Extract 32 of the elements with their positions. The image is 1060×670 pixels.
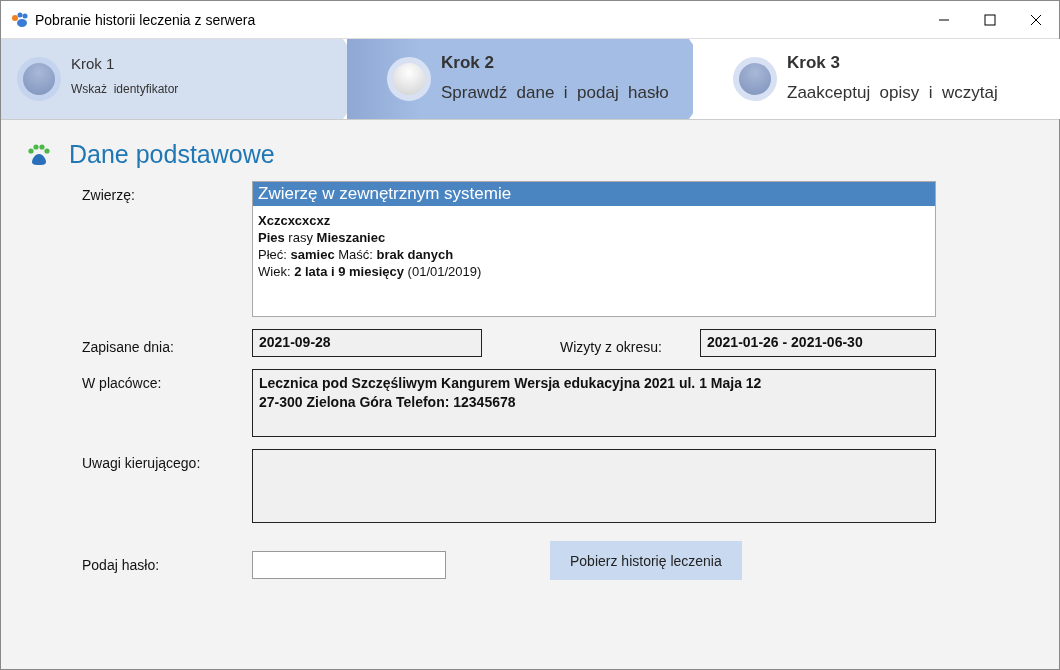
- step-description: Wskaż identyfikator: [71, 82, 179, 96]
- app-logo-icon: [11, 11, 29, 28]
- date-field: 2021-09-28: [252, 329, 482, 357]
- step-circle-icon: [733, 57, 777, 101]
- field-label: Wizyty z okresu:: [559, 338, 663, 355]
- animal-detail: Wiek: 2 lata i 9 miesięcy (01/01/2019): [258, 263, 483, 280]
- step-circle-icon: [387, 57, 431, 101]
- panel-header: Zwierzę w zewnętrznym systemie: [253, 182, 935, 206]
- field-label: Zapisane dnia:: [82, 338, 175, 355]
- step-title: Krok 1: [71, 55, 116, 72]
- step-circle-icon: [17, 57, 61, 101]
- date-range-field: 2021-01-26 - 2021-06-30: [700, 329, 936, 357]
- field-label: Uwagi kierującego:: [82, 454, 202, 471]
- download-history-button[interactable]: Pobierz historię leczenia: [550, 541, 742, 580]
- clinic-address-line: 27-300 Zielona Góra Telefon: 12345678: [259, 393, 517, 412]
- field-label: Zwierzę:: [82, 186, 136, 203]
- animal-detail: Pies rasy Mieszaniec: [258, 229, 387, 246]
- clinic-address-line: Lecznica pod Szczęśliwym Kangurem Wersja edukacyjna 2021 ul. 1 Maja 12: [259, 374, 763, 393]
- close-icon: [1030, 13, 1042, 26]
- animal-name: Xczcxcxcxz: [258, 212, 332, 229]
- window-title: Pobranie historii leczenia z serwera: [35, 11, 257, 28]
- maximize-icon: [984, 13, 996, 26]
- paw-icon: [27, 143, 51, 166]
- section-title: Dane podstawowe: [69, 140, 275, 169]
- step-title: Krok 3: [787, 53, 841, 73]
- password-input[interactable]: [252, 551, 446, 579]
- step-title: Krok 2: [441, 53, 495, 73]
- animal-detail: Płeć: samiec Maść: brak danych: [258, 246, 455, 263]
- step-description: Sprawdź dane i podaj hasło: [441, 83, 669, 103]
- field-label: Podaj hasło:: [82, 556, 161, 573]
- field-label: W placówce:: [82, 374, 163, 391]
- step-description: Zaakceptuj opisy i wczytaj: [787, 83, 998, 103]
